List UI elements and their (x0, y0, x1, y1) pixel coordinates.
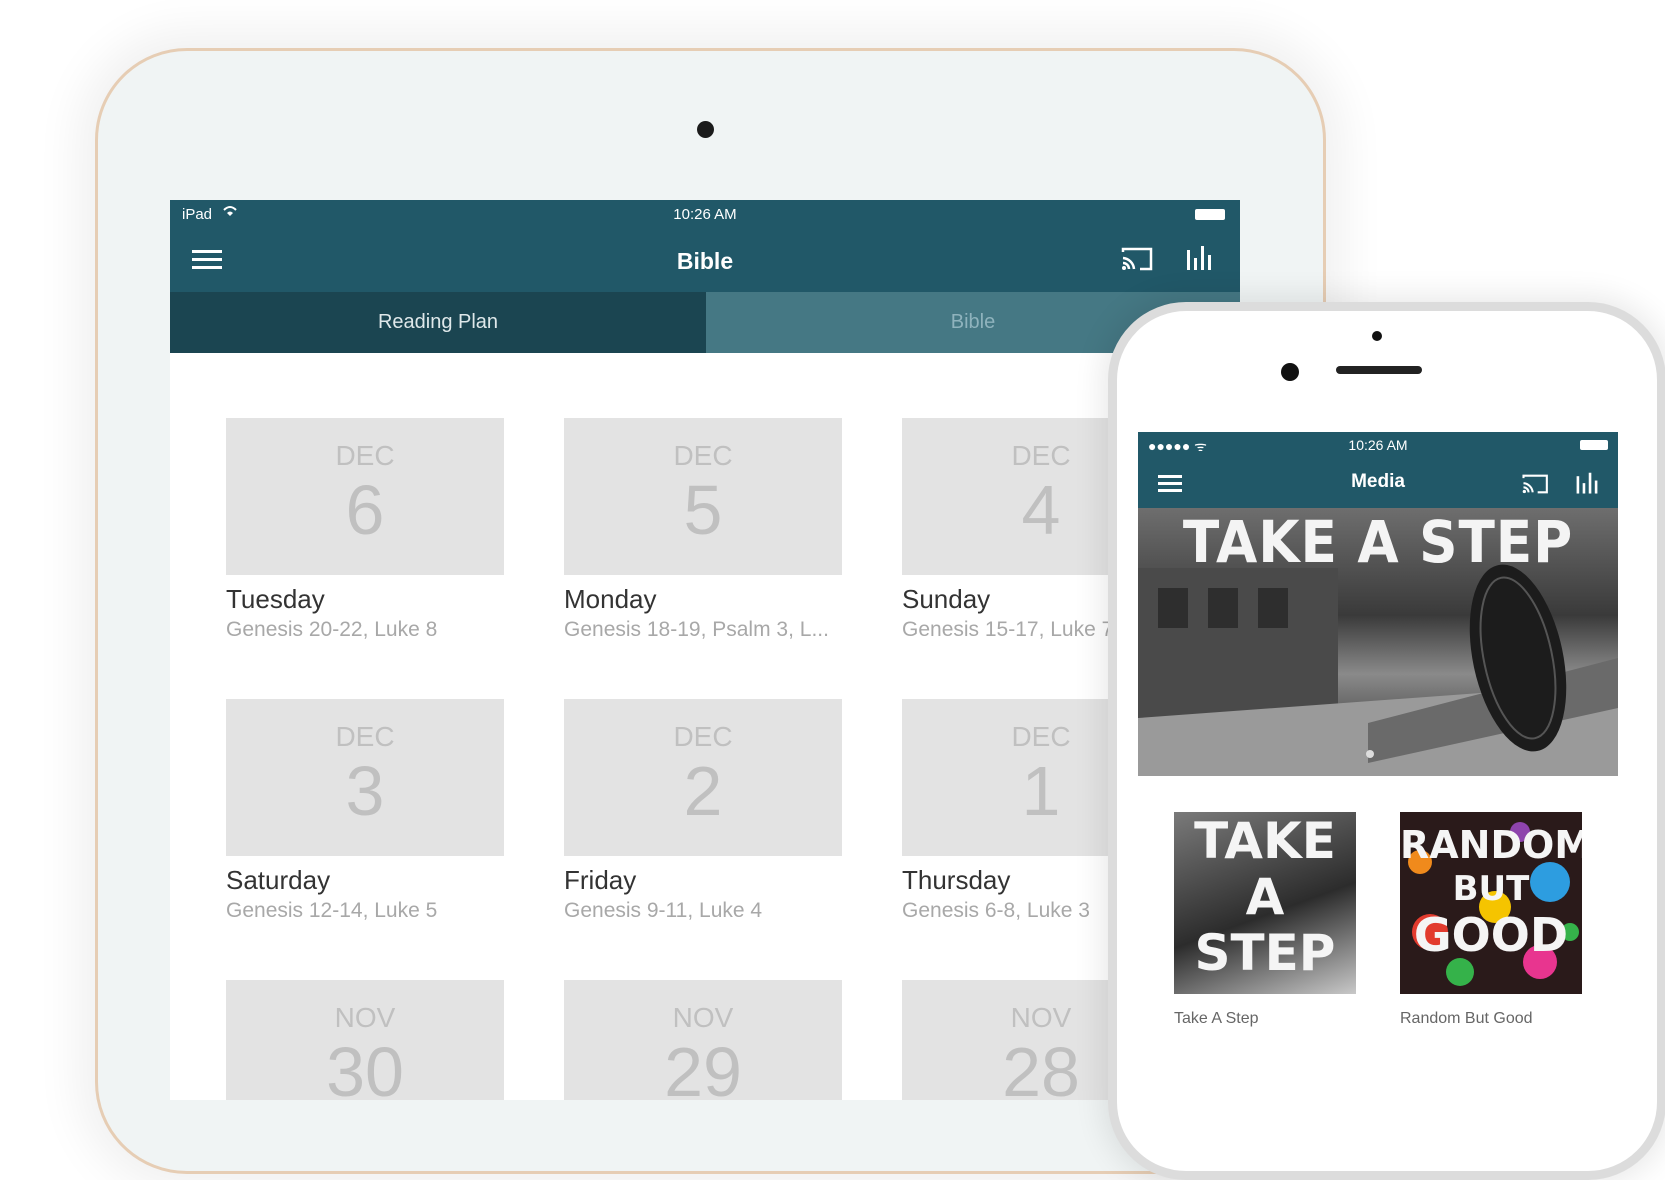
card-month: DEC (335, 440, 395, 471)
battery-icon (1580, 440, 1608, 450)
cast-icon[interactable] (1521, 471, 1551, 497)
card-day: 30 (326, 1033, 404, 1100)
tile-art-line: RANDOM (1400, 823, 1582, 867)
featured-banner[interactable]: TAKE A STEP (1138, 508, 1618, 776)
card-weekday: Sunday (902, 584, 991, 614)
card-day: 6 (345, 471, 385, 549)
phone-camera (1281, 363, 1299, 381)
phone-speaker (1336, 366, 1422, 374)
card-month: DEC (673, 440, 733, 471)
tile-art-line: STEP (1194, 924, 1336, 982)
tile-art-line: TAKE (1194, 812, 1336, 870)
phone-sensor (1372, 331, 1382, 341)
date-tile: DEC 2 (564, 699, 842, 856)
phone-status-time: 10:26 AM (1348, 437, 1408, 453)
card-weekday: Monday (564, 584, 657, 614)
tab-reading-plan[interactable]: Reading Plan (170, 292, 706, 353)
card-reference: Genesis 20-22, Luke 8 (226, 618, 438, 641)
stats-icon[interactable] (1574, 471, 1600, 497)
battery-icon (1195, 209, 1225, 220)
card-reference: Genesis 18-19, Psalm 3, L... (564, 618, 829, 641)
card-day: 5 (683, 471, 723, 549)
status-bar: iPad 10:26 AM (170, 200, 1240, 228)
phone-nav-bar: Media (1138, 458, 1618, 508)
card-month: NOV (334, 1002, 396, 1033)
media-tile[interactable]: TAKE A STEP (1174, 812, 1356, 994)
card-month: NOV (672, 1002, 734, 1033)
date-tile: DEC 5 (564, 418, 842, 575)
carousel-dot[interactable] (1366, 750, 1374, 758)
tile-art-line: GOOD (1413, 908, 1569, 962)
card-month: DEC (335, 721, 395, 752)
date-tile: NOV 29 (564, 980, 842, 1100)
card-reference: Genesis 9-11, Luke 4 (564, 899, 763, 922)
tile-caption[interactable]: Random But Good (1400, 1010, 1533, 1028)
card-month: DEC (673, 721, 733, 752)
card-day: 29 (664, 1033, 742, 1100)
ipad-screen: iPad 10:26 AM Bible Reading Plan Bible D… (170, 200, 1240, 1100)
date-tile: DEC 6 (226, 418, 504, 575)
card-weekday: Thursday (902, 865, 1011, 895)
card-reference: Genesis 12-14, Luke 5 (226, 899, 438, 922)
card-weekday: Tuesday (226, 584, 325, 614)
tile-caption[interactable]: Take A Step (1174, 1010, 1259, 1028)
tile-art-line: A (1245, 868, 1285, 926)
menu-icon[interactable] (1158, 475, 1186, 495)
card-weekday: Friday (564, 865, 637, 895)
nav-bar: Bible (170, 228, 1240, 292)
ipad-camera (697, 121, 714, 138)
tile-art-line: BUT (1452, 869, 1530, 909)
card-day: 2 (683, 752, 723, 830)
banner-title: TAKE A STEP (1182, 508, 1574, 576)
stats-icon[interactable] (1184, 244, 1214, 274)
iphone-screen: ●●●●● ᯤ 10:26 AM Media TAKE A STEP TAKE … (1138, 432, 1618, 1132)
cast-icon[interactable] (1120, 244, 1156, 274)
menu-icon[interactable] (192, 248, 224, 272)
tab-bar: Reading Plan Bible (170, 292, 1240, 353)
status-time: 10:26 AM (673, 206, 737, 223)
date-tile: NOV 30 (226, 980, 504, 1100)
card-weekday: Saturday (226, 865, 331, 895)
date-tile: DEC 3 (226, 699, 504, 856)
page-title: Bible (676, 248, 734, 274)
phone-status-bar: ●●●●● ᯤ 10:26 AM (1138, 432, 1618, 458)
card-day: 3 (345, 752, 385, 830)
media-tile[interactable]: RANDOM BUT GOOD (1400, 812, 1582, 994)
